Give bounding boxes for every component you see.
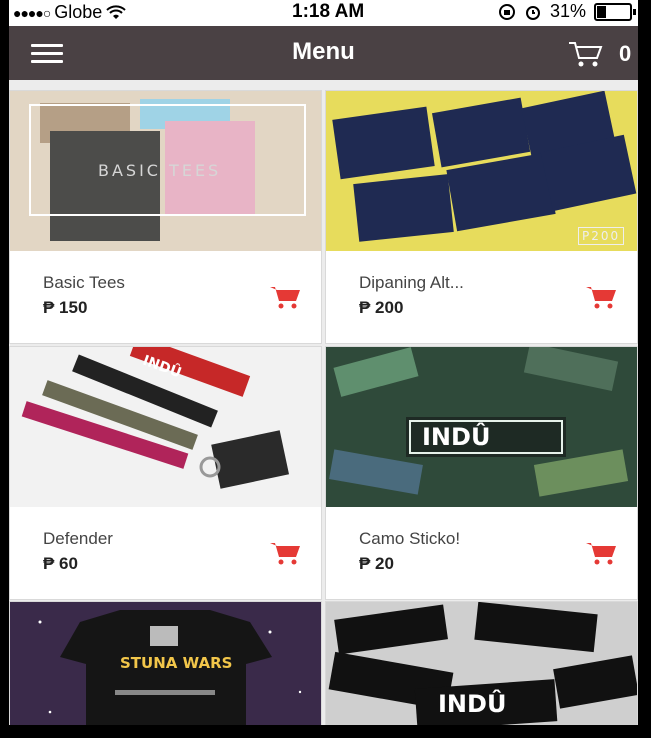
product-image-caption: BASIC TEES — [98, 161, 222, 180]
cart-icon — [569, 42, 603, 67]
cart-icon[interactable] — [269, 540, 303, 566]
status-bar: ●●●●○ Globe 1:18 AM 31% — [9, 0, 638, 26]
cart-button[interactable]: 0 — [567, 40, 631, 68]
product-price: ₱ 20 — [359, 554, 394, 573]
alarm-icon — [525, 5, 540, 20]
app-screen: ●●●●○ Globe 1:18 AM 31% Menu 0 BASIC TEE… — [0, 0, 651, 738]
hamburger-icon[interactable] — [31, 44, 63, 64]
status-time: 1:18 AM — [292, 1, 365, 22]
battery-percent: 31% — [549, 1, 586, 21]
product-price: ₱ 200 — [359, 298, 404, 317]
product-image: INDÛ — [326, 347, 637, 507]
product-image: STUNA WARS — [10, 602, 321, 725]
product-name: Dipaning Alt... — [359, 273, 464, 292]
product-name: Camo Sticko! — [359, 529, 461, 548]
wifi-icon — [106, 4, 127, 19]
cart-icon[interactable] — [585, 284, 619, 310]
product-image-caption: INDÛ — [438, 690, 507, 718]
product-image: INDÛ — [326, 602, 637, 725]
product-card[interactable]: INDÛ Camo Sticko! ₱ 20 — [325, 346, 638, 600]
cart-icon[interactable] — [269, 284, 303, 310]
screen-bottom-edge — [9, 725, 638, 738]
product-card[interactable]: STUNA WARS — [9, 601, 322, 725]
product-image-caption: STUNA WARS — [120, 654, 233, 672]
product-price: ₱ 150 — [43, 298, 88, 317]
carrier-area: ●●●●○ Globe — [13, 2, 127, 23]
cart-count: 0 — [619, 41, 632, 66]
product-card[interactable]: INDÛ — [325, 601, 638, 725]
signal-strength-icon: ●●●●○ — [13, 4, 51, 21]
product-name: Defender — [43, 529, 113, 548]
status-right: 31% — [498, 1, 636, 22]
product-image-caption: INDÛ — [422, 423, 491, 451]
product-price: ₱ 60 — [43, 554, 78, 573]
page-title: Menu — [292, 38, 355, 65]
rotation-lock-icon — [498, 3, 515, 20]
product-image: INDÛ — [10, 347, 321, 507]
battery-icon — [594, 2, 636, 21]
product-card[interactable]: INDÛ Defender ₱ 60 — [9, 346, 322, 600]
product-image: P200 — [326, 91, 637, 251]
product-name: Basic Tees — [43, 273, 125, 292]
product-card[interactable]: P200 Dipaning Alt... ₱ 200 — [325, 90, 638, 344]
product-image: BASIC TEES — [10, 91, 321, 251]
carrier-name: Globe — [54, 2, 103, 22]
product-grid: BASIC TEES Basic Tees ₱ 150 P200 Dipanin… — [9, 80, 638, 725]
product-image-caption: P200 — [578, 227, 625, 245]
top-navbar: Menu 0 — [9, 26, 638, 80]
cart-icon[interactable] — [585, 540, 619, 566]
product-card[interactable]: BASIC TEES Basic Tees ₱ 150 — [9, 90, 322, 344]
